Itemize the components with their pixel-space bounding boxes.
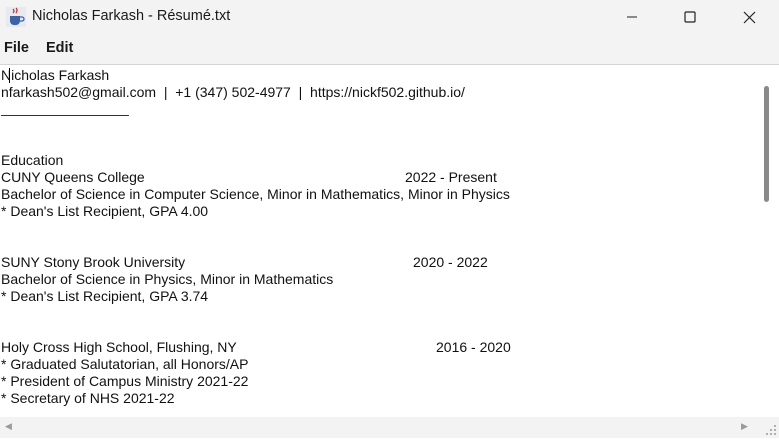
vertical-scroll-thumb[interactable] <box>764 86 769 202</box>
text-line: * President of Campus Ministry 2021-22 <box>1 373 249 389</box>
resize-grip-icon[interactable] <box>759 417 779 438</box>
minimize-icon <box>627 16 637 18</box>
window-title: Nicholas Farkash - Résumé.txt <box>32 8 231 24</box>
text-line: Bachelor of Science in Physics, Minor in… <box>1 271 334 287</box>
text-line: nfarkash502@gmail.com | +1 (347) 502-497… <box>1 84 465 100</box>
minimize-button[interactable] <box>603 0 661 34</box>
text-caret <box>9 68 10 83</box>
horizontal-scrollbar[interactable]: ◀ ▶ <box>0 417 759 438</box>
title-bar[interactable]: Nicholas Farkash - Résumé.txt <box>0 0 779 34</box>
text-line: Holy Cross High School, Flushing, NY <box>1 339 237 355</box>
menu-edit[interactable]: Edit <box>46 40 73 56</box>
text-line: * Dean's List Recipient, GPA 3.74 <box>1 288 209 304</box>
text-line: 2016 - 2020 <box>436 339 511 355</box>
text-editor[interactable]: Nicholas Farkash nfarkash502@gmail.com |… <box>0 65 759 417</box>
text-line: Nicholas Farkash <box>1 67 110 83</box>
text-line: CUNY Queens College <box>1 169 145 185</box>
maximize-icon <box>684 11 696 23</box>
text-line: 2020 - 2022 <box>413 254 488 270</box>
close-icon <box>743 11 755 23</box>
grip-dots <box>766 425 776 435</box>
text-line: Education <box>1 152 64 168</box>
text-line: * Secretary of NHS 2021-22 <box>1 390 175 406</box>
scroll-left-icon[interactable]: ◀ <box>5 421 12 432</box>
menu-file[interactable]: File <box>4 40 29 56</box>
close-button[interactable] <box>720 0 778 34</box>
text-line: * Graduated Salutatorian, all Honors/AP <box>1 356 249 372</box>
text-line: Bachelor of Science in Computer Science,… <box>1 186 510 202</box>
java-coffee-icon <box>6 7 26 27</box>
text-line: SUNY Stony Brook University <box>1 254 186 270</box>
vertical-scrollbar[interactable] <box>759 65 779 417</box>
menu-bar: File Edit <box>0 34 779 65</box>
text-line: * Dean's List Recipient, GPA 4.00 <box>1 203 209 219</box>
maximize-button[interactable] <box>661 0 719 34</box>
text-line: 2022 - Present <box>405 169 497 185</box>
scroll-right-icon[interactable]: ▶ <box>741 421 748 432</box>
separator-line <box>1 115 129 116</box>
